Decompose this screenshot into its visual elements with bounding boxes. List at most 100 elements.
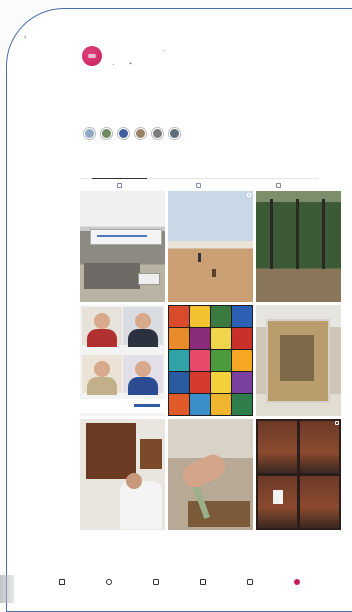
status-bar-text (14, 20, 344, 32)
building-shape (84, 263, 140, 289)
add-post-icon[interactable] (246, 579, 253, 585)
highlight-cover (84, 129, 94, 138)
painting-shape (258, 476, 297, 528)
body-shape (87, 329, 117, 347)
post-tile[interactable] (256, 191, 341, 302)
bottom-nav (14, 575, 344, 589)
post-tile[interactable] (80, 419, 165, 530)
following-button[interactable]: ⌄ (110, 62, 115, 66)
action-row: ⌄ + (110, 60, 132, 67)
chevron-down-icon[interactable]: ⌄ (162, 47, 165, 52)
highlight-ring (82, 127, 96, 140)
tab-reels[interactable] (159, 179, 238, 191)
multi-photo-icon (247, 193, 251, 197)
tablet-corner (0, 575, 14, 603)
color-cell (211, 350, 231, 371)
portrait-quadrant (82, 307, 122, 347)
post-tile[interactable] (168, 191, 253, 302)
highlight-item[interactable] (167, 127, 181, 142)
tab-tagged[interactable] (239, 179, 318, 191)
painting-shape (140, 439, 162, 469)
profile-stats (80, 163, 318, 164)
portrait-quadrant (123, 307, 163, 347)
face-shape (135, 361, 151, 377)
highlight-ring (150, 127, 164, 140)
body-shape (128, 377, 158, 395)
highlight-cover (169, 129, 179, 138)
post-tile[interactable] (168, 305, 253, 416)
person-shape (120, 481, 162, 529)
sign-shape (90, 229, 162, 245)
color-cell (169, 372, 189, 393)
back-arrow-icon[interactable]: ‹ (24, 34, 32, 42)
post-tile[interactable] (80, 191, 165, 302)
reels-icon[interactable] (152, 579, 159, 585)
post-grid (80, 191, 342, 530)
color-cell (190, 306, 210, 327)
color-cell (232, 394, 252, 415)
highlight-item[interactable] (150, 127, 164, 142)
highlight-ring (133, 127, 147, 140)
highlight-ring (167, 127, 181, 140)
chevron-down-icon: ⌄ (112, 61, 116, 66)
head-shape (126, 473, 142, 489)
color-cell (169, 350, 189, 371)
tree-trunk (270, 199, 273, 269)
sign-shape (138, 273, 160, 285)
profile-icon[interactable] (293, 579, 300, 585)
color-cell (232, 306, 252, 327)
painting-shape (300, 421, 339, 473)
grid-icon (117, 182, 123, 188)
highlight-item[interactable] (116, 127, 130, 142)
painting-shape (86, 423, 136, 479)
shop-icon[interactable] (199, 579, 206, 585)
color-cell (190, 350, 210, 371)
post-tile[interactable] (256, 419, 341, 530)
explore-icon[interactable] (105, 579, 112, 585)
tray-shape (266, 319, 330, 403)
highlight-cover (135, 129, 145, 138)
color-cell (169, 306, 189, 327)
color-cell (169, 394, 189, 415)
face-shape (135, 313, 151, 329)
highlight-item[interactable] (99, 127, 113, 142)
person-shape (212, 269, 216, 277)
post-tile[interactable] (256, 305, 341, 416)
color-cell (190, 372, 210, 393)
post-tile[interactable] (168, 419, 253, 530)
highlight-cover (101, 129, 111, 138)
tab-posts[interactable] (80, 178, 159, 191)
profile-tabs (80, 178, 318, 191)
color-cell (232, 328, 252, 349)
color-cell (169, 328, 189, 349)
bio-link[interactable] (82, 101, 222, 105)
home-icon[interactable] (58, 579, 65, 585)
color-cell (232, 350, 252, 371)
followed-by-text[interactable] (82, 116, 272, 120)
story-highlights (82, 127, 181, 142)
portrait-quadrant (82, 355, 122, 395)
highlight-ring (99, 127, 113, 140)
color-cell (190, 394, 210, 415)
highlight-item[interactable] (133, 127, 147, 142)
hand-shape (178, 450, 230, 492)
logo-bar (134, 404, 160, 407)
color-cell (211, 372, 231, 393)
color-cell (190, 328, 210, 349)
person-shape (198, 253, 201, 262)
add-person-icon[interactable]: + (129, 61, 132, 67)
multi-photo-icon (335, 421, 339, 425)
highlight-cover (152, 129, 162, 138)
face-shape (94, 361, 110, 377)
avatar[interactable] (82, 46, 102, 66)
tagged-icon (275, 182, 281, 188)
tree-trunk (296, 199, 299, 269)
tree-trunk (322, 199, 325, 269)
color-cell (211, 394, 231, 415)
color-cell (211, 306, 231, 327)
portrait-quadrant (123, 355, 163, 395)
painting-shape (300, 476, 339, 528)
face-shape (94, 313, 110, 329)
post-tile[interactable] (80, 305, 165, 416)
highlight-item[interactable] (82, 127, 96, 142)
